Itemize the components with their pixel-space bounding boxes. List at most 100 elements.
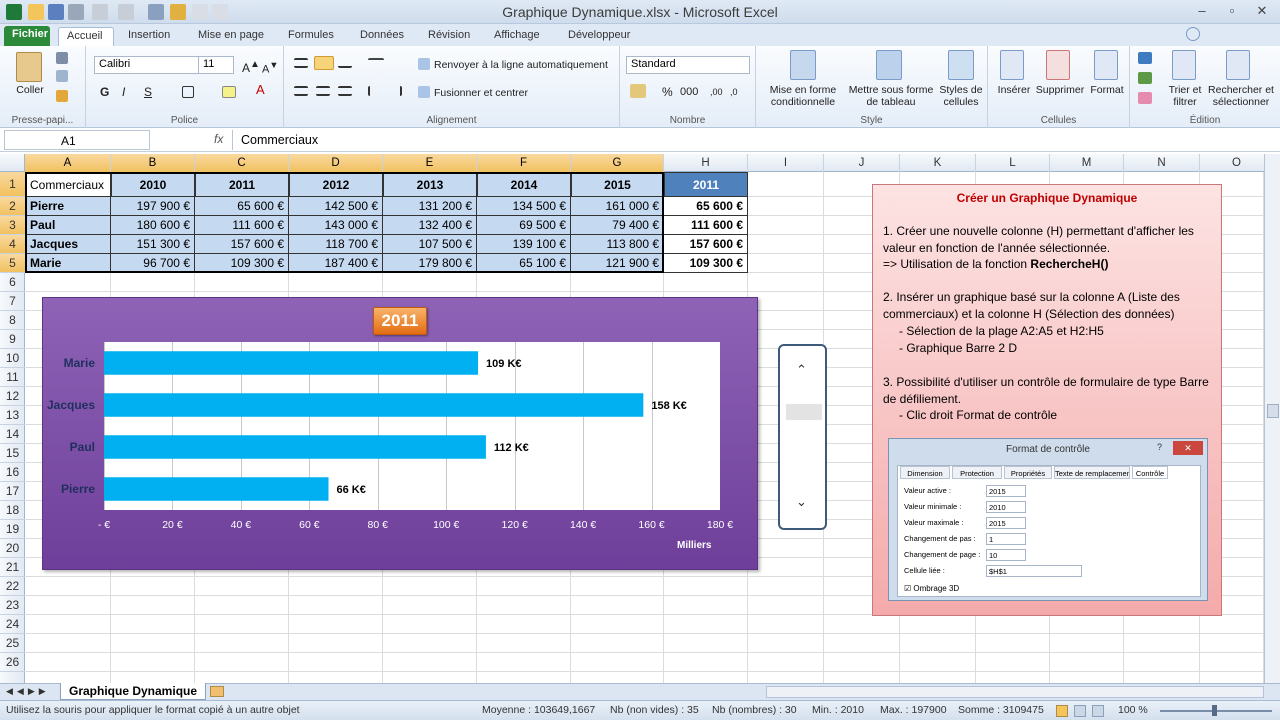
align-right-icon[interactable] bbox=[338, 86, 352, 96]
table-cell[interactable]: 151 300 € bbox=[111, 235, 195, 254]
row-header[interactable]: 18 bbox=[0, 501, 25, 520]
close-icon[interactable]: ✕ bbox=[1248, 2, 1276, 20]
table-row-label[interactable]: Marie bbox=[25, 254, 111, 273]
find-select-button[interactable]: Rechercher et sélectionner bbox=[1204, 84, 1278, 108]
table-header-cell[interactable]: 2015 bbox=[571, 172, 664, 197]
align-center-icon[interactable] bbox=[316, 86, 330, 96]
new-sheet-icon[interactable] bbox=[210, 686, 224, 697]
align-middle-icon[interactable] bbox=[314, 56, 334, 70]
table-cell[interactable]: 157 600 € bbox=[195, 235, 289, 254]
row-header[interactable]: 19 bbox=[0, 520, 25, 539]
table-cell[interactable]: 79 400 € bbox=[571, 216, 664, 235]
row-header[interactable]: 1 bbox=[0, 172, 25, 197]
orientation-icon[interactable] bbox=[368, 58, 384, 68]
tab-view[interactable]: Affichage bbox=[486, 27, 548, 46]
table-cell[interactable]: 107 500 € bbox=[383, 235, 477, 254]
help-icon[interactable] bbox=[1186, 27, 1200, 41]
table-header-cell[interactable]: Commerciaux bbox=[25, 172, 111, 197]
column-header[interactable]: J bbox=[824, 154, 900, 172]
table-header-cell[interactable]: 2010 bbox=[111, 172, 195, 197]
vertical-scroll-thumb[interactable] bbox=[1267, 404, 1279, 418]
row-header[interactable]: 15 bbox=[0, 444, 25, 463]
table-cell[interactable]: 65 600 € bbox=[195, 197, 289, 216]
cut-icon[interactable] bbox=[56, 52, 68, 64]
copy-icon[interactable] bbox=[56, 70, 68, 82]
conditional-format-button[interactable]: Mise en forme conditionnelle bbox=[760, 84, 846, 108]
format-table-icon[interactable] bbox=[876, 50, 902, 80]
table-header-cell[interactable]: 2014 bbox=[477, 172, 571, 197]
row-header[interactable]: 4 bbox=[0, 235, 25, 254]
column-header[interactable]: A bbox=[25, 154, 111, 172]
table-cell[interactable]: 96 700 € bbox=[111, 254, 195, 273]
wrap-text-button[interactable]: Renvoyer à la ligne automatiquement bbox=[434, 59, 608, 71]
table-cell[interactable]: 118 700 € bbox=[289, 235, 383, 254]
maximize-icon[interactable]: ▫ bbox=[1218, 2, 1246, 20]
name-box[interactable]: A1 bbox=[4, 130, 150, 150]
table-cell[interactable]: 65 100 € bbox=[477, 254, 571, 273]
table-cell[interactable]: 111 600 € bbox=[664, 216, 748, 235]
underline-button[interactable]: S bbox=[144, 86, 152, 98]
scroll-thumb[interactable] bbox=[786, 404, 822, 420]
merge-icon[interactable] bbox=[418, 86, 430, 98]
column-header[interactable]: C bbox=[195, 154, 289, 172]
align-bottom-icon[interactable] bbox=[338, 58, 352, 68]
table-cell[interactable]: 132 400 € bbox=[383, 216, 477, 235]
normal-view-icon[interactable] bbox=[1056, 705, 1068, 717]
table-cell[interactable]: 197 900 € bbox=[111, 197, 195, 216]
insert-button[interactable]: Insérer bbox=[992, 84, 1036, 96]
row-header[interactable]: 6 bbox=[0, 273, 25, 292]
column-header[interactable]: D bbox=[289, 154, 383, 172]
format-button[interactable]: Format bbox=[1088, 84, 1126, 96]
table-cell[interactable]: 179 800 € bbox=[383, 254, 477, 273]
page-layout-icon[interactable] bbox=[1074, 705, 1086, 717]
row-header[interactable]: 2 bbox=[0, 197, 25, 216]
chart-bar[interactable] bbox=[104, 351, 479, 375]
column-header[interactable]: K bbox=[900, 154, 976, 172]
merge-center-button[interactable]: Fusionner et centrer bbox=[434, 87, 528, 99]
row-header[interactable]: 13 bbox=[0, 406, 25, 425]
column-header[interactable]: O bbox=[1200, 154, 1274, 172]
thousands-icon[interactable]: 000 bbox=[680, 86, 698, 98]
number-format-select[interactable]: Standard bbox=[626, 56, 750, 74]
delete-cells-icon[interactable] bbox=[1046, 50, 1070, 80]
row-header[interactable]: 11 bbox=[0, 368, 25, 387]
table-row-label[interactable]: Jacques bbox=[25, 235, 111, 254]
paste-button[interactable]: Coller bbox=[8, 84, 52, 96]
tab-insert[interactable]: Insertion bbox=[120, 27, 178, 46]
vertical-scrollbar[interactable] bbox=[1264, 154, 1280, 683]
tab-data[interactable]: Données bbox=[352, 27, 412, 46]
column-header[interactable]: H bbox=[664, 154, 748, 172]
decrease-font-icon[interactable]: A▼ bbox=[262, 59, 278, 76]
scroll-down-icon[interactable]: ⌄ bbox=[796, 494, 807, 510]
table-cell[interactable]: 111 600 € bbox=[195, 216, 289, 235]
zoom-slider-thumb[interactable] bbox=[1212, 705, 1217, 716]
tab-review[interactable]: Révision bbox=[420, 27, 478, 46]
row-header[interactable]: 26 bbox=[0, 653, 25, 672]
paste-icon[interactable] bbox=[16, 52, 42, 82]
page-break-icon[interactable] bbox=[1092, 705, 1104, 717]
sheet-tab[interactable]: Graphique Dynamique bbox=[60, 683, 207, 700]
row-header[interactable]: 24 bbox=[0, 615, 25, 634]
chart-bar[interactable] bbox=[104, 477, 329, 501]
bar-chart[interactable]: 2011 109 K€ 158 K€ 112 K€ 66 K€ Marie Jacque… bbox=[42, 297, 758, 570]
find-select-icon[interactable] bbox=[1226, 50, 1250, 80]
row-header[interactable]: 12 bbox=[0, 387, 25, 406]
table-cell[interactable]: 131 200 € bbox=[383, 197, 477, 216]
row-header[interactable]: 9 bbox=[0, 330, 25, 349]
column-header[interactable]: G bbox=[571, 154, 664, 172]
column-header[interactable]: B bbox=[111, 154, 195, 172]
table-cell[interactable]: 65 600 € bbox=[664, 197, 748, 216]
percent-icon[interactable]: % bbox=[662, 86, 673, 98]
table-header-cell[interactable]: 2011 bbox=[664, 172, 748, 197]
table-cell[interactable]: 134 500 € bbox=[477, 197, 571, 216]
table-cell[interactable]: 109 300 € bbox=[664, 254, 748, 273]
row-header[interactable]: 22 bbox=[0, 577, 25, 596]
cell-styles-button[interactable]: Styles de cellules bbox=[936, 84, 986, 108]
sort-filter-button[interactable]: Trier et filtrer bbox=[1162, 84, 1208, 108]
table-row-label[interactable]: Pierre bbox=[25, 197, 111, 216]
minimize-icon[interactable]: ‒ bbox=[1188, 2, 1216, 20]
sort-filter-icon[interactable] bbox=[1172, 50, 1196, 80]
table-cell[interactable]: 121 900 € bbox=[571, 254, 664, 273]
clear-icon[interactable] bbox=[1138, 92, 1152, 104]
table-cell[interactable]: 113 800 € bbox=[571, 235, 664, 254]
